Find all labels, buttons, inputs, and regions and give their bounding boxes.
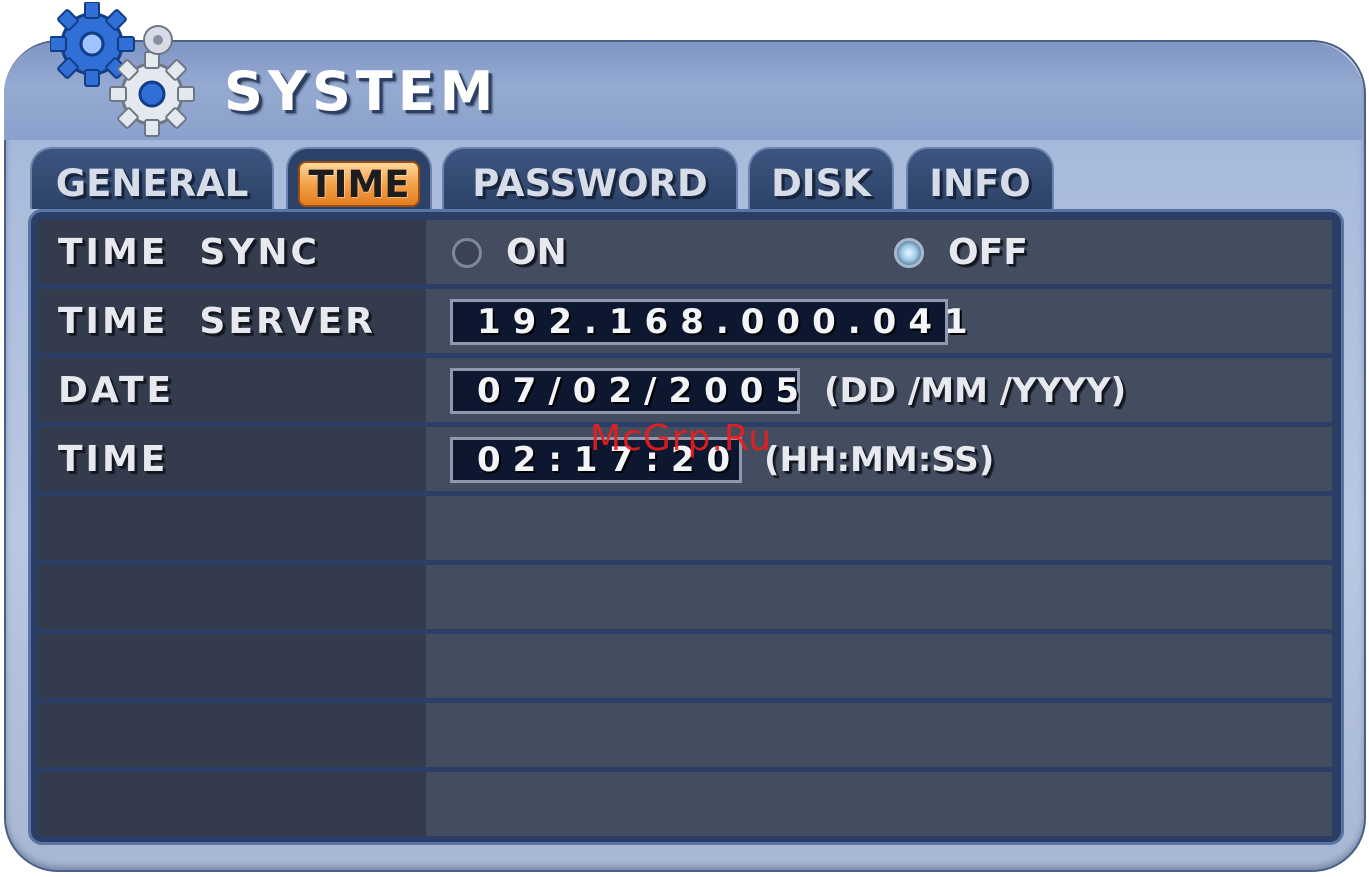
time-server-row: TIME SERVER 192.168.000.041 [38, 289, 1332, 353]
time-server-label: TIME SERVER [58, 301, 376, 342]
title-bar [4, 42, 1362, 140]
date-row: DATE 07/02/2005 (DD /MM /YYYY) [38, 358, 1332, 422]
time-sync-row: TIME SYNC ON OFF [38, 220, 1332, 284]
tab-disk[interactable]: DISK [748, 147, 894, 209]
tab-time[interactable]: TIME [286, 147, 432, 209]
time-sync-label: TIME SYNC [58, 232, 320, 273]
tab-password[interactable]: PASSWORD [442, 147, 738, 209]
empty-row [38, 634, 1332, 698]
time-sync-on-radio[interactable] [452, 238, 482, 268]
tab-general[interactable]: GENERAL [30, 147, 274, 209]
date-label: DATE [58, 370, 175, 411]
gears-icon [50, 2, 195, 137]
tab-time-label: TIME [298, 161, 420, 207]
window-title: SYSTEM [224, 60, 499, 123]
date-format-hint: (DD /MM /YYYY) [824, 371, 1127, 411]
time-sync-off-radio[interactable] [894, 238, 924, 268]
time-server-field[interactable]: 192.168.000.041 [450, 299, 968, 345]
time-sync-on-label[interactable]: ON [506, 220, 567, 286]
time-label: TIME [58, 439, 169, 480]
tab-info[interactable]: INFO [906, 147, 1054, 209]
empty-row [38, 703, 1332, 767]
empty-row [38, 496, 1332, 560]
empty-row [38, 565, 1332, 629]
watermark: McGrp.Ru [590, 418, 773, 459]
date-field[interactable]: 07/02/2005 [450, 368, 800, 414]
empty-row [38, 772, 1332, 836]
time-format-hint: (HH:MM:SS) [764, 440, 995, 480]
time-sync-off-label[interactable]: OFF [948, 220, 1028, 286]
